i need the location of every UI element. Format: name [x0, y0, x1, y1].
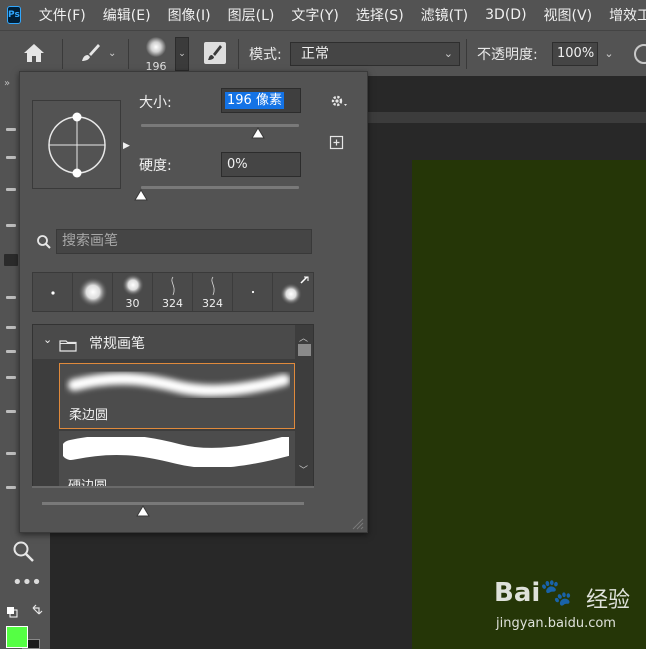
expand-preview-icon[interactable]: ▶ — [123, 141, 130, 151]
recent-brush-2[interactable] — [73, 273, 113, 311]
recent-brush-size: 30 — [125, 297, 140, 310]
hardness-input[interactable]: 0% — [221, 152, 301, 177]
home-icon[interactable] — [22, 42, 46, 64]
photoshop-window: Ps 文件(F) 编辑(E) 图像(I) 图层(L) 文字(Y) 选择(S) 滤… — [0, 0, 646, 649]
recent-brush-size: 324 — [202, 297, 223, 310]
brush-preset-panel: ▶ 大小: 196 像素 硬度: 0% 搜索画笔 30 324 324 ⌄ 常规… — [19, 71, 368, 533]
chevron-down-icon: ⌄ — [443, 47, 453, 60]
search-brushes-input[interactable]: 搜索画笔 — [56, 229, 312, 254]
list-bottom-edge — [32, 486, 314, 488]
baidu-jingyan-watermark: Bai🐾 经验 jingyan.baidu.com — [494, 578, 644, 638]
menu-file[interactable]: 文件(F) — [39, 5, 86, 25]
hard-round-stroke-preview — [63, 437, 289, 467]
recent-brush-6[interactable] — [233, 273, 273, 311]
tool-stub[interactable] — [6, 224, 16, 227]
brush-group-general[interactable]: ⌄ 常规画笔 — [33, 325, 295, 359]
foreground-color-swatch[interactable] — [6, 626, 28, 648]
recent-brush-3[interactable]: 30 — [113, 273, 153, 311]
document-tab-strip — [368, 112, 646, 123]
menu-plugins[interactable]: 增效工具 — [609, 5, 646, 25]
tool-stub[interactable] — [6, 350, 16, 353]
tool-stub[interactable] — [6, 188, 16, 191]
brush-preset-picker[interactable]: 196 — [140, 35, 172, 73]
chevron-down-icon[interactable]: ⌄ — [43, 333, 52, 346]
opacity-dropdown-chevron-icon[interactable]: ⌄ — [600, 42, 618, 66]
scroll-thumb[interactable] — [298, 344, 311, 356]
list-scrollbar[interactable]: ︿ ﹀ — [295, 325, 313, 487]
preset-soft-round[interactable]: 柔边圆 — [59, 363, 295, 429]
watermark-text: 经验 — [586, 588, 631, 613]
tool-stub[interactable] — [6, 452, 16, 455]
menu-bar: Ps 文件(F) 编辑(E) 图像(I) 图层(L) 文字(Y) 选择(S) 滤… — [0, 0, 646, 30]
recent-brush-4[interactable]: 324 — [153, 273, 193, 311]
brush-tool-icon[interactable] — [78, 41, 102, 65]
separator — [62, 39, 63, 69]
menu-image[interactable]: 图像(I) — [168, 5, 211, 25]
recent-brushes-strip: 30 324 324 — [32, 272, 314, 312]
chevron-down-icon[interactable]: ⌄ — [108, 48, 116, 59]
brush-settings-icon[interactable] — [204, 42, 226, 64]
size-value: 196 像素 — [225, 92, 284, 109]
menu-view[interactable]: 视图(V) — [544, 5, 593, 25]
tool-stub[interactable] — [6, 486, 16, 489]
preset-name: 柔边圆 — [69, 408, 109, 423]
tool-stub[interactable] — [6, 128, 16, 131]
search-icon — [36, 234, 52, 250]
recent-brush-1[interactable] — [33, 273, 73, 311]
document-canvas[interactable] — [412, 160, 646, 649]
group-name: 常规画笔 — [89, 336, 145, 352]
watermark-logo: Bai🐾 — [494, 578, 573, 608]
menu-type[interactable]: 文字(Y) — [291, 5, 338, 25]
watermark-url: jingyan.baidu.com — [496, 616, 616, 631]
separator — [238, 39, 239, 69]
menu-layer[interactable]: 图层(L) — [228, 5, 275, 25]
size-slider-track[interactable] — [141, 124, 299, 127]
new-preset-icon[interactable] — [329, 135, 345, 151]
opacity-input[interactable]: 100% — [552, 42, 598, 66]
zoom-tool-icon[interactable] — [12, 540, 36, 564]
size-input[interactable]: 196 像素 — [221, 88, 301, 113]
collapse-arrows-icon[interactable]: » — [4, 78, 10, 89]
mode-label: 模式: — [249, 47, 282, 63]
menu-select[interactable]: 选择(S) — [356, 5, 404, 25]
folder-icon — [59, 337, 77, 352]
scroll-up-icon[interactable]: ︿ — [299, 331, 308, 344]
brush-picker-dropdown[interactable]: ⌄ — [175, 37, 189, 71]
app-logo: Ps — [7, 6, 21, 24]
tool-stub[interactable] — [6, 410, 16, 413]
recent-brush-7[interactable] — [273, 273, 313, 311]
brush-tip-preview[interactable]: ▶ — [32, 100, 130, 189]
separator — [466, 39, 467, 69]
tool-stub[interactable] — [6, 296, 16, 299]
preview-size-slider-track[interactable] — [42, 502, 304, 505]
brush-list: ⌄ 常规画笔 柔边圆 硬边圆 ︿ ﹀ — [32, 324, 314, 488]
tool-stub[interactable] — [6, 376, 16, 379]
soft-round-stroke-preview — [68, 372, 290, 397]
menu-3d[interactable]: 3D(D) — [485, 7, 526, 23]
tool-stub[interactable] — [6, 156, 16, 159]
opacity-label: 不透明度: — [477, 47, 538, 63]
mode-select[interactable]: 正常 ⌄ — [290, 42, 460, 66]
settings-gear-icon[interactable] — [329, 92, 351, 112]
hardness-slider-track[interactable] — [141, 186, 299, 189]
size-label: 大小: — [139, 95, 172, 111]
active-tool-stub[interactable] — [4, 254, 18, 266]
soft-round-brush-icon — [146, 37, 166, 57]
hardness-label: 硬度: — [139, 158, 172, 174]
recent-brush-5[interactable]: 324 — [193, 273, 233, 311]
menu-filter[interactable]: 滤镜(T) — [421, 5, 468, 25]
airbrush-pressure-icon[interactable] — [634, 44, 646, 64]
mode-value: 正常 — [301, 46, 329, 62]
preset-hard-round[interactable]: 硬边圆 — [59, 431, 295, 487]
default-swap-colors-icon[interactable] — [5, 604, 45, 620]
scroll-down-icon[interactable]: ﹀ — [299, 463, 308, 476]
recent-brush-size: 324 — [162, 297, 183, 310]
separator — [128, 39, 129, 69]
resize-grip-icon[interactable] — [350, 515, 364, 530]
menu-edit[interactable]: 编辑(E) — [103, 5, 151, 25]
more-tools-icon[interactable]: ••• — [12, 572, 42, 593]
tool-stub[interactable] — [6, 326, 16, 329]
options-bar: ⌄ 196 ⌄ 模式: 正常 ⌄ 不透明度: 100% ⌄ — [0, 30, 646, 76]
